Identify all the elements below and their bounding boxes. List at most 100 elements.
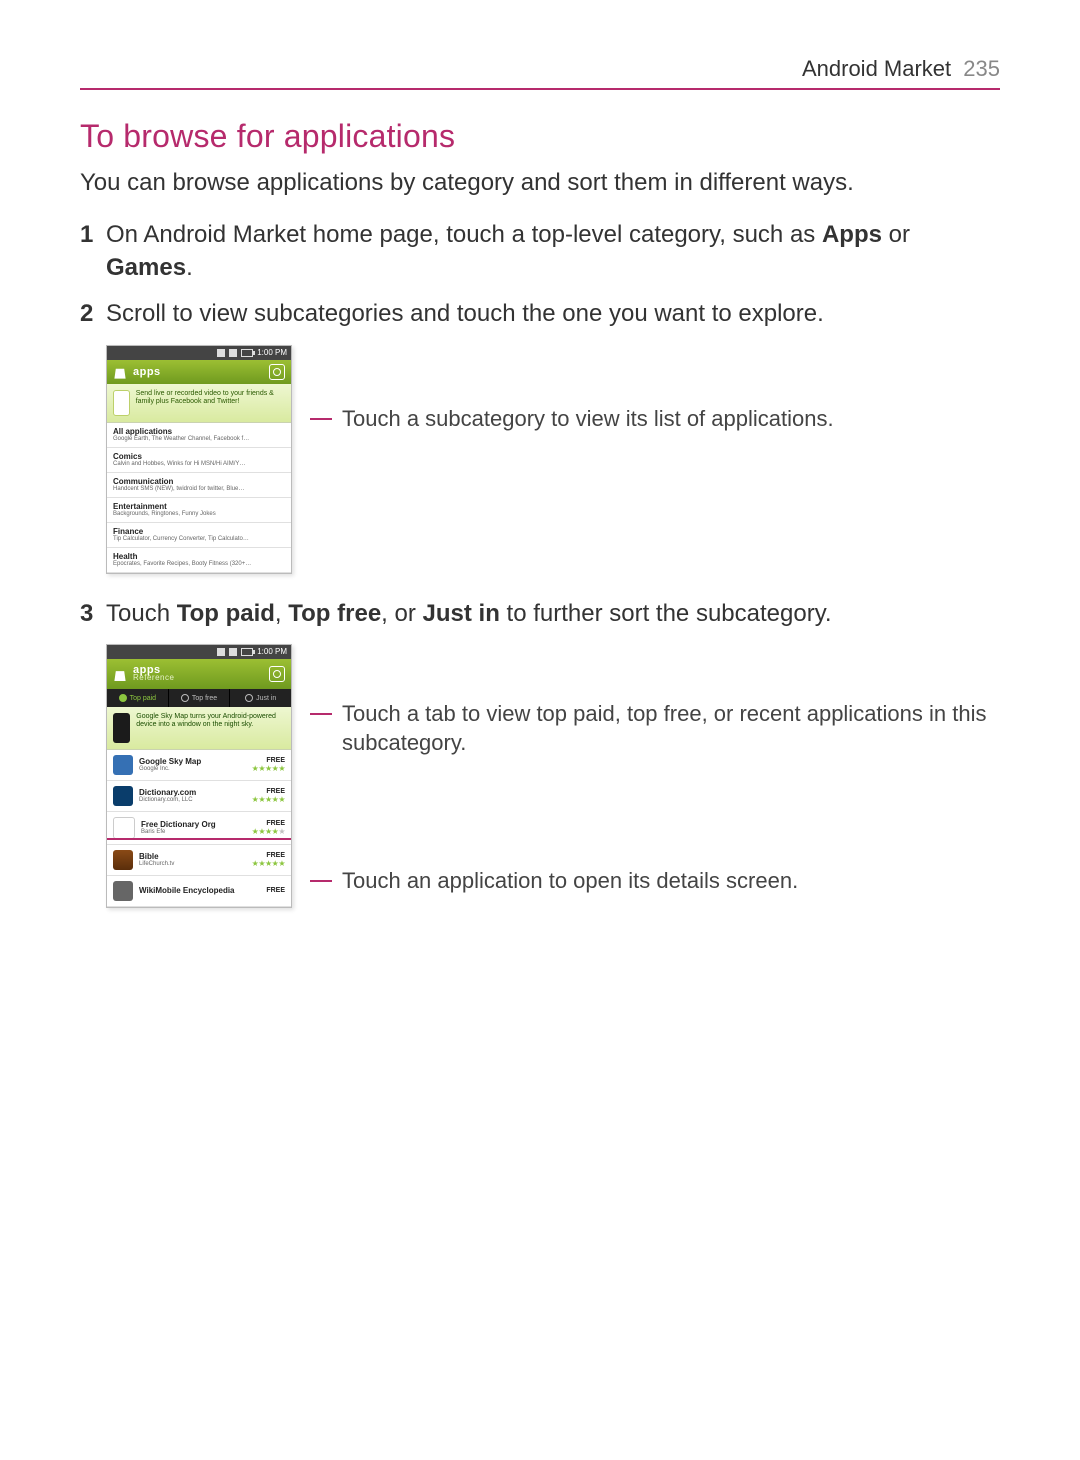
app-publisher: Dictionary.com, LLC <box>139 797 246 803</box>
manual-page: Android Market 235 To browse for applica… <box>0 0 1080 1460</box>
category-examples: Google Earth, The Weather Channel, Faceb… <box>113 436 285 442</box>
category-name: Health <box>113 552 285 561</box>
callout-highlight-line <box>107 838 291 840</box>
category-name: Comics <box>113 452 285 461</box>
page-number: 235 <box>963 56 1000 81</box>
status-bar: 1:00 PM <box>107 645 291 659</box>
category-item[interactable]: HealthEpocrates, Favorite Recipes, Booty… <box>107 548 291 573</box>
battery-icon <box>241 349 253 357</box>
app-price: FREE <box>252 852 285 859</box>
tab-top-free[interactable]: Top free <box>169 689 231 707</box>
banner-text: Send live or recorded video to your frie… <box>136 390 285 416</box>
running-title: Android Market <box>802 56 951 81</box>
clock: 1:00 PM <box>257 647 287 656</box>
step-2: 2 Scroll to view subcategories and touch… <box>106 298 1000 330</box>
app-list-item[interactable]: Dictionary.comDictionary.com, LLCFREE★★★… <box>107 781 291 812</box>
leader-line <box>310 418 332 420</box>
network-icon <box>229 349 237 357</box>
phone-mock-2: 1:00 PM apps Reference Top paid Top free… <box>106 644 292 908</box>
app-publisher: LifeChurch.tv <box>139 861 246 867</box>
category-name: Entertainment <box>113 502 285 511</box>
app-rating: ★★★★★ <box>252 827 285 836</box>
app-list: Google Sky MapGoogle Inc.FREE★★★★★Dictio… <box>107 750 291 907</box>
promo-banner[interactable]: Send live or recorded video to your frie… <box>107 384 291 423</box>
tab-top-paid[interactable]: Top paid <box>107 689 169 707</box>
category-examples: Tip Calculator, Currency Converter, Tip … <box>113 536 285 542</box>
app-thumb-icon <box>113 755 133 775</box>
banner-app-icon <box>113 390 130 416</box>
app-rating: ★★★★★ <box>252 795 285 804</box>
phone-mock-1: 1:00 PM apps Send live or recorded video… <box>106 345 292 574</box>
header-rule <box>80 88 1000 90</box>
app-thumb-icon <box>113 850 133 870</box>
app-list-item[interactable]: BibleLifeChurch.tv FREE★★★★★ <box>107 845 291 876</box>
app-publisher: Baris Efe <box>141 829 246 835</box>
intro-paragraph: You can browse applications by category … <box>80 167 1000 199</box>
signal-icon <box>217 349 225 357</box>
callout-app-details: Touch an application to open its details… <box>310 867 1000 896</box>
app-list-item[interactable]: Google Sky MapGoogle Inc. FREE★★★★★ <box>107 750 291 781</box>
app-rating: ★★★★★ <box>252 764 285 773</box>
category-examples: Handcent SMS (NEW), twidroid for twitter… <box>113 486 285 492</box>
app-list-item[interactable]: Free Dictionary OrgBaris Efe FREE★★★★★ <box>107 812 291 845</box>
category-list: All applicationsGoogle Earth, The Weathe… <box>107 423 291 573</box>
signal-icon <box>217 648 225 656</box>
sort-tabs: Top paid Top free Just in <box>107 689 291 707</box>
app-thumb-icon <box>113 786 133 806</box>
network-icon <box>229 648 237 656</box>
figure-1: 1:00 PM apps Send live or recorded video… <box>106 345 296 574</box>
app-price: FREE <box>266 887 285 894</box>
callout-tabs: Touch a tab to view top paid, top free, … <box>310 700 1000 757</box>
subcategory-label: Reference <box>133 674 174 682</box>
featured-thumb-icon <box>113 713 130 743</box>
category-examples: Backgrounds, Ringtones, Funny Jokes <box>113 511 285 517</box>
running-header: Android Market 235 <box>80 56 1000 82</box>
steps-list: 1 On Android Market home page, touch a t… <box>80 219 1000 330</box>
apps-label: apps <box>133 366 161 378</box>
app-thumb-icon <box>113 881 133 901</box>
battery-icon <box>241 648 253 656</box>
app-title: Dictionary.com <box>139 789 246 797</box>
market-bag-icon <box>113 667 127 681</box>
leader-line <box>310 713 332 715</box>
figure-1-row: 1:00 PM apps Send live or recorded video… <box>80 345 1000 574</box>
app-title: Free Dictionary Org <box>141 821 246 829</box>
app-title: Bible <box>139 853 246 861</box>
figure-2: 1:00 PM apps Reference Top paid Top free… <box>106 644 296 908</box>
category-name: All applications <box>113 427 285 436</box>
app-list-item[interactable]: WikiMobile Encyclopedia FREE <box>107 876 291 907</box>
tab-just-in[interactable]: Just in <box>230 689 291 707</box>
status-bar: 1:00 PM <box>107 346 291 360</box>
category-item[interactable]: All applicationsGoogle Earth, The Weathe… <box>107 423 291 448</box>
figure-2-row: 1:00 PM apps Reference Top paid Top free… <box>80 644 1000 908</box>
apps-title-bar: apps Reference <box>107 659 291 689</box>
steps-list-continued: 3 Touch Top paid, Top free, or Just in t… <box>80 598 1000 630</box>
app-title: WikiMobile Encyclopedia <box>139 887 260 895</box>
app-publisher: Google Inc. <box>139 766 246 772</box>
figure-2-callouts: Touch a tab to view top paid, top free, … <box>310 644 1000 896</box>
category-item[interactable]: EntertainmentBackgrounds, Ringtones, Fun… <box>107 498 291 523</box>
clock: 1:00 PM <box>257 348 287 357</box>
callout-subcategory: Touch a subcategory to view its list of … <box>310 405 1000 434</box>
figure-1-callouts: Touch a subcategory to view its list of … <box>310 345 1000 434</box>
app-price: FREE <box>252 820 285 827</box>
market-bag-icon <box>113 365 127 379</box>
app-price: FREE <box>252 757 285 764</box>
featured-text: Google Sky Map turns your Android-powere… <box>136 713 285 743</box>
app-title: Google Sky Map <box>139 758 246 766</box>
step-1: 1 On Android Market home page, touch a t… <box>106 219 1000 284</box>
section-title: To browse for applications <box>80 118 1000 155</box>
app-rating: ★★★★★ <box>252 859 285 868</box>
apps-title-bar: apps <box>107 360 291 384</box>
category-name: Communication <box>113 477 285 486</box>
category-examples: Epocrates, Favorite Recipes, Booty Fitne… <box>113 561 285 567</box>
featured-app[interactable]: Google Sky Map turns your Android-powere… <box>107 707 291 750</box>
category-examples: Calvin and Hobbes, Winks for Hi MSN/Hi A… <box>113 461 285 467</box>
search-icon[interactable] <box>269 666 285 682</box>
app-thumb-icon <box>113 817 135 839</box>
category-name: Finance <box>113 527 285 536</box>
category-item[interactable]: CommunicationHandcent SMS (NEW), twidroi… <box>107 473 291 498</box>
category-item[interactable]: FinanceTip Calculator, Currency Converte… <box>107 523 291 548</box>
search-icon[interactable] <box>269 364 285 380</box>
category-item[interactable]: ComicsCalvin and Hobbes, Winks for Hi MS… <box>107 448 291 473</box>
